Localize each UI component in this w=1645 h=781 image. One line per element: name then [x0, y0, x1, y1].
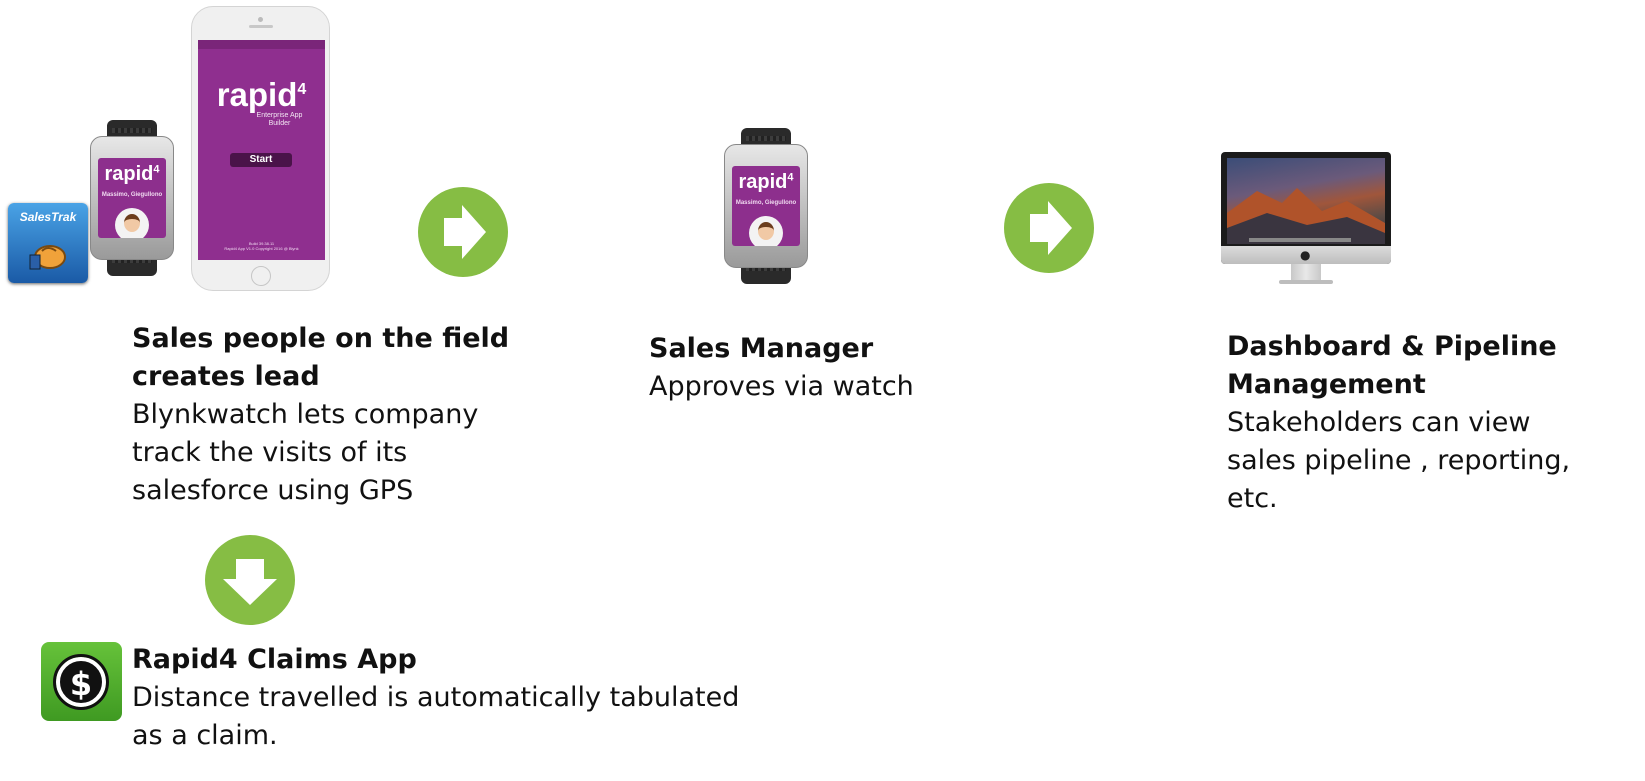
stage4-desc-line2: as a claim. [132, 720, 278, 751]
arrow-down-icon [205, 535, 295, 625]
stage4-title: Rapid4 Claims App [132, 644, 417, 675]
salestrak-app-icon: SalesTrak [8, 203, 88, 283]
stage3-desc-line3: etc. [1227, 483, 1278, 514]
phone-subtitle-line2: Builder [268, 120, 291, 127]
watch-brand: rapid [104, 162, 154, 185]
stage2-desc: Approves via watch [649, 371, 914, 402]
stage3-caption: Dashboard & Pipeline Management Stakehol… [1227, 328, 1637, 518]
arrow-right-icon [1004, 183, 1094, 273]
handshake-icon [29, 245, 66, 270]
stage3-title-line2: Management [1227, 369, 1426, 400]
stage2-caption: Sales Manager Approves via watch [649, 330, 989, 406]
stage3-desc-line2: sales pipeline , reporting, [1227, 445, 1571, 476]
smartwatch-manager: rapid4 Massimo, Giegullono [724, 128, 808, 284]
phone-brand: rapid [216, 76, 298, 113]
stage3-desc-line1: Stakeholders can view [1227, 407, 1531, 438]
stage2-title: Sales Manager [649, 333, 874, 364]
stage4-desc-line1: Distance travelled is automatically tabu… [132, 682, 740, 713]
apple-logo-icon: ● [1300, 248, 1311, 262]
watch-brand-sup: 4 [787, 171, 794, 184]
stage1-title-line2: creates lead [132, 361, 320, 392]
stage1-desc-line1: Blynkwatch lets company [132, 399, 479, 430]
watch-brand-sup: 4 [153, 163, 160, 176]
stage1-caption: Sales people on the field creates lead B… [132, 320, 512, 510]
phone-subtitle-line1: Enterprise App [256, 112, 303, 119]
arrow-right-icon [418, 187, 508, 277]
watch-user-name: Massimo, Giegullono [735, 199, 797, 206]
phone-brand-sup: 4 [297, 81, 307, 98]
stage3-title-line1: Dashboard & Pipeline [1227, 331, 1557, 362]
smartphone: rapid4 Enterprise App Builder Start Buil… [191, 6, 330, 291]
stage4-caption: Rapid4 Claims App Distance travelled is … [132, 641, 792, 755]
stage1-desc-line2: track the visits of its [132, 437, 408, 468]
imac-computer: ● [1221, 152, 1391, 292]
avatar [115, 208, 149, 238]
watch-user-name: Massimo, Giegullono [101, 191, 163, 198]
stage1-desc-line3: salesforce using GPS [132, 475, 414, 506]
avatar [749, 216, 783, 246]
salestrak-label: SalesTrak [19, 210, 77, 224]
phone-build-line2: Rapid4 App V1.0 Copyright 2016 @ Blynk [224, 246, 299, 251]
dollar-coin-icon: $ [53, 654, 109, 710]
smartwatch-salesperson: rapid4 Massimo, Giegullono [90, 120, 174, 276]
home-button [251, 266, 271, 286]
stage1-title-line1: Sales people on the field [132, 323, 510, 354]
start-button[interactable]: Start [230, 153, 292, 167]
claims-app-icon: $ [41, 642, 122, 721]
watch-brand: rapid [738, 170, 788, 193]
